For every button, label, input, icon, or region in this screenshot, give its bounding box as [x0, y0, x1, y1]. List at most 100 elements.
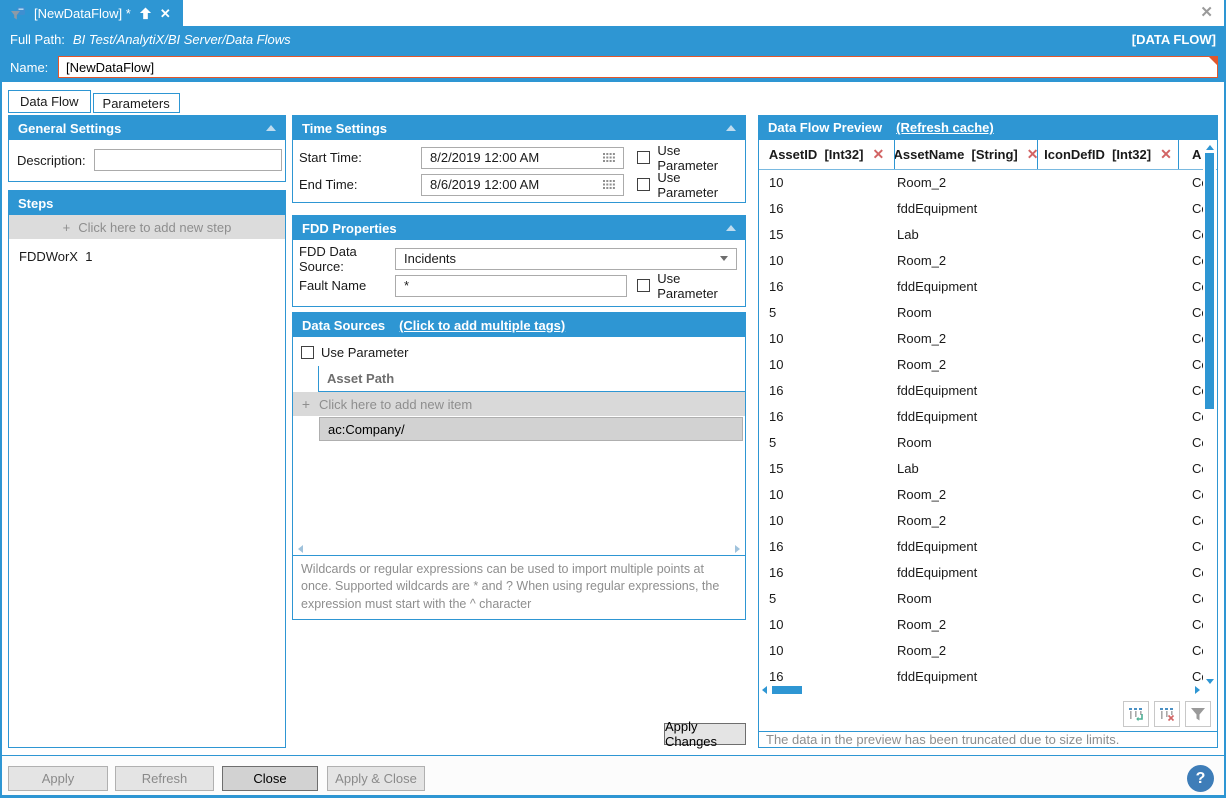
cell-asset-path: Cc [1179, 669, 1203, 684]
document-tab[interactable]: [NewDataFlow] * ✕ [2, 0, 183, 26]
cell-asset-name: Room_2 [895, 175, 1038, 190]
scroll-left-icon[interactable] [298, 545, 303, 553]
filter-button[interactable] [1185, 701, 1211, 727]
fdd-properties-title: FDD Properties [302, 221, 397, 236]
cell-asset-name: fddEquipment [895, 539, 1038, 554]
collapse-arrow-icon[interactable] [266, 125, 276, 131]
table-row[interactable]: 10 Room_2 Cc [759, 248, 1203, 274]
table-row[interactable]: 10 Room_2 Cc [759, 638, 1203, 664]
cell-asset-name: Room [895, 305, 1038, 320]
general-settings-header[interactable]: General Settings [9, 116, 285, 140]
general-settings-panel: General Settings Description: [8, 115, 286, 182]
collapse-arrow-icon[interactable] [726, 125, 736, 131]
add-item-label: Click here to add new item [319, 397, 472, 412]
table-row[interactable]: 16 fddEquipment Cc [759, 196, 1203, 222]
vertical-scroll-thumb[interactable] [1205, 153, 1214, 409]
cell-asset-name: Room_2 [895, 331, 1038, 346]
table-row[interactable]: 10 Room_2 Cc [759, 482, 1203, 508]
preview-column-headers: AssetID [Int32] ✕ AssetName [String] ✕ I… [759, 140, 1217, 170]
collapse-arrow-icon[interactable] [726, 225, 736, 231]
remove-column-icon[interactable]: ✕ [1027, 146, 1038, 163]
name-input[interactable] [58, 56, 1218, 78]
data-sources-use-parameter-checkbox[interactable] [301, 346, 314, 359]
table-row[interactable]: 15 Lab Cc [759, 456, 1203, 482]
fdd-properties-panel: FDD Properties FDD Data Source: Incident… [292, 215, 746, 307]
fdd-data-source-select[interactable]: Incidents [395, 248, 737, 270]
scroll-left-icon[interactable] [762, 686, 767, 694]
cell-asset-id: 10 [759, 617, 895, 632]
close-button[interactable]: Close [222, 766, 318, 791]
add-item-row[interactable]: + Click here to add new item [293, 392, 745, 416]
fault-use-parameter-checkbox[interactable] [637, 279, 650, 292]
document-tab-title: [NewDataFlow] * [34, 6, 131, 21]
steps-header: Steps [9, 191, 285, 215]
refresh-cache-link[interactable]: (Refresh cache) [896, 120, 994, 135]
add-step-label: Click here to add new step [78, 220, 231, 235]
add-multiple-tags-link[interactable]: (Click to add multiple tags) [399, 318, 565, 333]
tab-parameters[interactable]: Parameters [93, 93, 180, 113]
cell-asset-name: fddEquipment [895, 383, 1038, 398]
scroll-right-icon[interactable] [735, 545, 740, 553]
table-row[interactable]: 5 Room Cc [759, 586, 1203, 612]
column-header-assetname[interactable]: AssetName [String] ✕ [895, 140, 1038, 169]
scroll-up-icon[interactable] [1206, 145, 1214, 150]
fault-name-input[interactable]: * [395, 275, 627, 297]
table-row[interactable]: 16 fddEquipment Cc [759, 404, 1203, 430]
document-tab-close-icon[interactable]: ✕ [160, 7, 171, 20]
tab-data-flow[interactable]: Data Flow [8, 90, 91, 113]
column-header-clipped[interactable]: A [1179, 140, 1203, 169]
time-settings-header[interactable]: Time Settings [293, 116, 745, 140]
preview-header: Data Flow Preview (Refresh cache) [759, 116, 1217, 140]
asset-path-column-header[interactable]: Asset Path [319, 366, 745, 392]
date-picker-icon[interactable] [603, 180, 615, 190]
scroll-right-icon[interactable] [1195, 686, 1200, 694]
table-row[interactable]: 10 Room_2 Cc [759, 170, 1203, 196]
table-row[interactable]: 5 Room Cc [759, 300, 1203, 326]
add-step-row[interactable]: + Click here to add new step [9, 215, 285, 239]
cell-asset-path: Cc [1179, 201, 1203, 216]
apply-and-close-button[interactable]: Apply & Close [327, 766, 425, 791]
table-row[interactable]: 5 Room Cc [759, 430, 1203, 456]
table-row[interactable]: 15 Lab Cc [759, 222, 1203, 248]
window-close-icon[interactable]: ✕ [1200, 3, 1213, 21]
fdd-properties-header[interactable]: FDD Properties [293, 216, 745, 240]
table-row[interactable]: 16 fddEquipment Cc [759, 664, 1203, 684]
table-row[interactable]: 10 Room_2 Cc [759, 508, 1203, 534]
filter-apply-button[interactable] [1123, 701, 1149, 727]
preview-horizontal-scrollbar[interactable] [759, 684, 1203, 697]
table-row[interactable]: 16 fddEquipment Cc [759, 274, 1203, 300]
table-row[interactable]: 16 fddEquipment Cc [759, 560, 1203, 586]
description-input[interactable] [94, 149, 282, 171]
date-picker-icon[interactable] [603, 153, 615, 163]
asset-path-row[interactable]: ac:Company/ [293, 416, 745, 442]
table-row[interactable]: 16 fddEquipment Cc [759, 378, 1203, 404]
apply-button[interactable]: Apply [8, 766, 108, 791]
pin-up-arrow-icon[interactable] [139, 7, 152, 20]
horizontal-scrollbar[interactable] [293, 542, 745, 555]
table-row[interactable]: 10 Room_2 Cc [759, 612, 1203, 638]
apply-changes-button[interactable]: Apply Changes [664, 723, 746, 745]
end-time-input[interactable]: 8/6/2019 12:00 AM [421, 174, 624, 196]
refresh-button[interactable]: Refresh [115, 766, 214, 791]
remove-column-icon[interactable]: ✕ [1160, 146, 1172, 163]
scroll-down-icon[interactable] [1206, 679, 1214, 684]
table-row[interactable]: 10 Room_2 Cc [759, 326, 1203, 352]
help-button[interactable]: ? [1187, 765, 1214, 792]
preview-vertical-scrollbar[interactable] [1203, 144, 1216, 685]
filter-remove-button[interactable] [1154, 701, 1180, 727]
column-header-icondefid[interactable]: IconDefID [Int32] ✕ [1038, 140, 1179, 169]
horizontal-scroll-thumb[interactable] [772, 686, 802, 694]
cell-asset-name: Room_2 [895, 643, 1038, 658]
asset-path-value[interactable]: ac:Company/ [319, 417, 743, 441]
asset-path-list: ac:Company/ [293, 416, 745, 442]
start-time-input[interactable]: 8/2/2019 12:00 AM [421, 147, 624, 169]
fdd-data-source-label: FDD Data Source: [299, 244, 395, 274]
end-time-use-parameter-checkbox[interactable] [637, 178, 650, 191]
column-header-assetid[interactable]: AssetID [Int32] ✕ [759, 140, 895, 169]
step-list-item[interactable]: FDDWorX 1 [9, 239, 285, 264]
cell-asset-id: 5 [759, 435, 895, 450]
remove-column-icon[interactable]: ✕ [872, 146, 884, 163]
table-row[interactable]: 16 fddEquipment Cc [759, 534, 1203, 560]
table-row[interactable]: 10 Room_2 Cc [759, 352, 1203, 378]
start-time-use-parameter-checkbox[interactable] [637, 151, 650, 164]
